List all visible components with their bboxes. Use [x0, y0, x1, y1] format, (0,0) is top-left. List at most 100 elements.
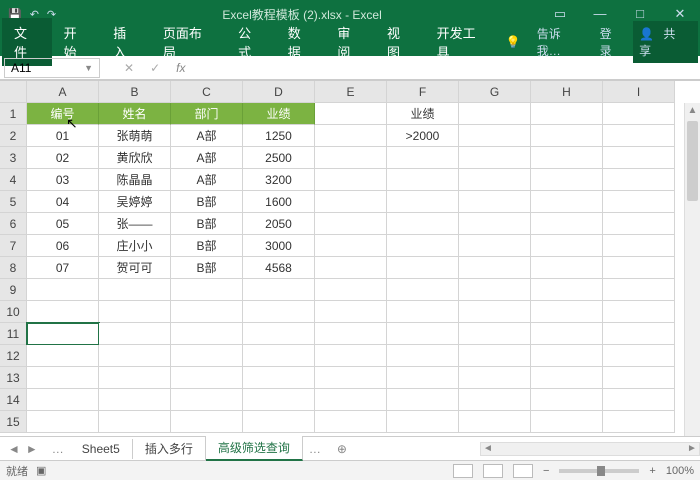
cell-E10[interactable]: [315, 301, 387, 323]
col-head-E[interactable]: E: [315, 81, 387, 103]
cell-C8[interactable]: B部: [171, 257, 243, 279]
cell-F6[interactable]: [387, 213, 459, 235]
cell-A8[interactable]: 07: [27, 257, 99, 279]
scroll-left-icon[interactable]: ◄: [481, 443, 495, 454]
cell-B9[interactable]: [99, 279, 171, 301]
tab-developer[interactable]: 开发工具: [425, 18, 500, 66]
cell-H3[interactable]: [531, 147, 603, 169]
cell-B15[interactable]: [99, 411, 171, 433]
cell-G8[interactable]: [459, 257, 531, 279]
cell-F4[interactable]: [387, 169, 459, 191]
cell-B13[interactable]: [99, 367, 171, 389]
cell-D7[interactable]: 3000: [243, 235, 315, 257]
cell-E1[interactable]: [315, 103, 387, 125]
cell-F8[interactable]: [387, 257, 459, 279]
cell-E5[interactable]: [315, 191, 387, 213]
cell-G10[interactable]: [459, 301, 531, 323]
row-head-5[interactable]: 5: [0, 191, 27, 213]
cell-G6[interactable]: [459, 213, 531, 235]
row-head-14[interactable]: 14: [0, 389, 27, 411]
cell-D14[interactable]: [243, 389, 315, 411]
cell-B11[interactable]: [99, 323, 171, 345]
close-icon[interactable]: ✕: [660, 6, 700, 22]
cell-B10[interactable]: [99, 301, 171, 323]
cell-B14[interactable]: [99, 389, 171, 411]
cell-I9[interactable]: [603, 279, 675, 301]
row-head-15[interactable]: 15: [0, 411, 27, 433]
sheet-next-icon[interactable]: ►: [26, 442, 38, 456]
cell-B4[interactable]: 陈晶晶: [99, 169, 171, 191]
cell-D4[interactable]: 3200: [243, 169, 315, 191]
cell-C4[interactable]: A部: [171, 169, 243, 191]
horizontal-scrollbar[interactable]: ◄ ►: [480, 442, 700, 456]
select-all-corner[interactable]: [0, 81, 27, 103]
cell-C5[interactable]: B部: [171, 191, 243, 213]
cell-F9[interactable]: [387, 279, 459, 301]
scrollbar-thumb[interactable]: [687, 121, 698, 201]
cell-H9[interactable]: [531, 279, 603, 301]
col-head-F[interactable]: F: [387, 81, 459, 103]
cell-C1[interactable]: 部门: [171, 103, 243, 125]
tab-insert[interactable]: 插入: [101, 18, 151, 66]
cell-I13[interactable]: [603, 367, 675, 389]
cell-G12[interactable]: [459, 345, 531, 367]
cell-C13[interactable]: [171, 367, 243, 389]
share-button[interactable]: 👤 共享: [633, 21, 698, 63]
cell-H15[interactable]: [531, 411, 603, 433]
cell-F11[interactable]: [387, 323, 459, 345]
cell-D5[interactable]: 1600: [243, 191, 315, 213]
cell-I5[interactable]: [603, 191, 675, 213]
cell-D13[interactable]: [243, 367, 315, 389]
cell-A5[interactable]: 04: [27, 191, 99, 213]
cell-H13[interactable]: [531, 367, 603, 389]
row-head-1[interactable]: 1: [0, 103, 27, 125]
cell-C7[interactable]: B部: [171, 235, 243, 257]
cell-H7[interactable]: [531, 235, 603, 257]
cell-H4[interactable]: [531, 169, 603, 191]
cell-H6[interactable]: [531, 213, 603, 235]
cell-H2[interactable]: [531, 125, 603, 147]
cell-C14[interactable]: [171, 389, 243, 411]
cell-I1[interactable]: [603, 103, 675, 125]
row-head-10[interactable]: 10: [0, 301, 27, 323]
cell-H11[interactable]: [531, 323, 603, 345]
cell-E11[interactable]: [315, 323, 387, 345]
cell-A14[interactable]: [27, 389, 99, 411]
cell-C10[interactable]: [171, 301, 243, 323]
cell-A6[interactable]: 05: [27, 213, 99, 235]
cell-F5[interactable]: [387, 191, 459, 213]
sheet-tab-0[interactable]: Sheet5: [70, 439, 133, 459]
zoom-knob[interactable]: [597, 466, 605, 476]
cell-C11[interactable]: [171, 323, 243, 345]
cell-D11[interactable]: [243, 323, 315, 345]
col-head-D[interactable]: D: [243, 81, 315, 103]
cell-B8[interactable]: 贺可可: [99, 257, 171, 279]
maximize-icon[interactable]: □: [620, 6, 660, 22]
col-head-I[interactable]: I: [603, 81, 675, 103]
row-head-9[interactable]: 9: [0, 279, 27, 301]
cell-G15[interactable]: [459, 411, 531, 433]
cell-E2[interactable]: [315, 125, 387, 147]
sheet-more-left[interactable]: …: [46, 442, 70, 456]
cell-F14[interactable]: [387, 389, 459, 411]
cell-C2[interactable]: A部: [171, 125, 243, 147]
cell-G9[interactable]: [459, 279, 531, 301]
cell-H14[interactable]: [531, 389, 603, 411]
cell-C6[interactable]: B部: [171, 213, 243, 235]
cell-I2[interactable]: [603, 125, 675, 147]
cell-C15[interactable]: [171, 411, 243, 433]
cell-G5[interactable]: [459, 191, 531, 213]
row-head-11[interactable]: 11: [0, 323, 27, 345]
cell-E4[interactable]: [315, 169, 387, 191]
cell-A1[interactable]: 编号: [27, 103, 99, 125]
zoom-in-icon[interactable]: +: [649, 465, 655, 477]
cell-D1[interactable]: 业绩: [243, 103, 315, 125]
view-pagebreak-icon[interactable]: [513, 464, 533, 478]
cell-D10[interactable]: [243, 301, 315, 323]
col-head-C[interactable]: C: [171, 81, 243, 103]
cell-A3[interactable]: 02: [27, 147, 99, 169]
sheet-tab-1[interactable]: 插入多行: [133, 437, 206, 460]
sheet-more-right[interactable]: …: [303, 442, 327, 456]
cell-D2[interactable]: 1250: [243, 125, 315, 147]
ribbon-options-icon[interactable]: ▭: [540, 6, 580, 22]
